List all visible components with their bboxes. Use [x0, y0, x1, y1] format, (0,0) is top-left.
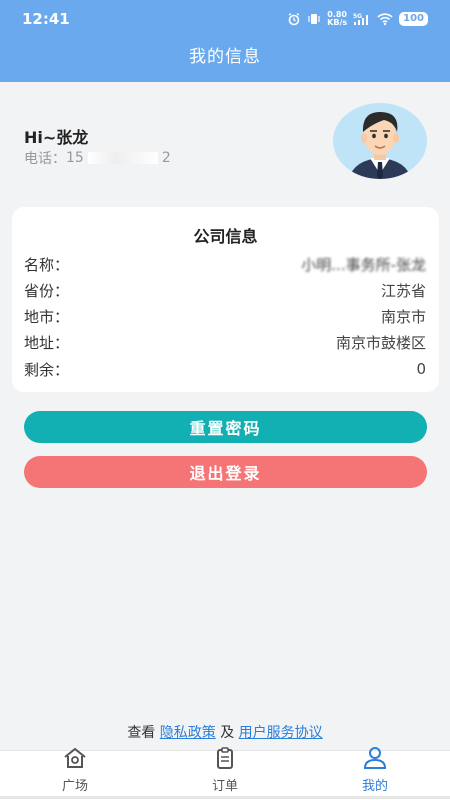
- info-row-name: 名称： 小明...事务所-张龙: [24, 251, 426, 277]
- battery-indicator: 100: [399, 12, 428, 26]
- app-header: 12:41 0.80 KB/s 5G 100 我的信息: [0, 0, 450, 82]
- tab-label: 我的: [361, 779, 388, 794]
- phone-prefix: 15: [66, 150, 84, 166]
- row-value: 江苏省: [380, 281, 426, 300]
- avatar[interactable]: [332, 102, 428, 180]
- phone-label: 电话：: [24, 151, 66, 167]
- home-icon: [62, 746, 88, 775]
- info-row-province: 省份： 江苏省: [24, 277, 426, 303]
- company-info-card: 公司信息 名称： 小明...事务所-张龙 省份： 江苏省 地市： 南京市 地址：…: [12, 207, 439, 392]
- user-greeting: Hi~张龙: [24, 128, 89, 147]
- wifi-icon: [377, 12, 393, 26]
- legal-and: 及: [220, 725, 235, 741]
- vibrate-icon: [307, 12, 321, 26]
- row-value: 南京市鼓楼区: [335, 333, 426, 352]
- logout-button[interactable]: 退出登录: [24, 456, 427, 488]
- alarm-icon: [287, 12, 301, 26]
- profile-section: Hi~张龙 电话： 15 2: [0, 82, 450, 197]
- card-title: 公司信息: [193, 227, 258, 246]
- row-label: 名称：: [24, 255, 70, 274]
- clipboard-icon: [212, 746, 238, 775]
- row-value: 小明...事务所-张龙: [301, 255, 426, 274]
- row-label: 地址：: [24, 333, 70, 352]
- legal-links: 查看 隐私政策 及 用户服务协议: [0, 722, 450, 742]
- svg-text:5G: 5G: [353, 13, 362, 20]
- status-time: 12:41: [22, 10, 70, 28]
- page-title: 我的信息: [189, 47, 261, 67]
- row-value: 0: [416, 360, 426, 378]
- privacy-policy-link[interactable]: 隐私政策: [160, 725, 216, 741]
- row-label: 剩余：: [24, 360, 70, 379]
- legal-prefix: 查看: [127, 725, 156, 741]
- tab-label: 广场: [61, 779, 88, 794]
- user-agreement-link[interactable]: 用户服务协议: [239, 725, 323, 741]
- reset-password-button[interactable]: 重置密码: [24, 411, 427, 443]
- status-bar: 12:41 0.80 KB/s 5G 100: [0, 0, 450, 38]
- phone-suffix: 2: [161, 150, 171, 166]
- tab-underline: [150, 796, 300, 799]
- tab-underline: [0, 796, 150, 799]
- phone-row: 电话： 15 2: [24, 148, 171, 168]
- bottom-tab-bar: 广场 订单 我的: [0, 747, 450, 800]
- tab-label: 订单: [211, 779, 238, 794]
- tab-square[interactable]: 广场: [0, 747, 150, 800]
- tab-mine[interactable]: 我的: [300, 747, 450, 800]
- info-row-city: 地市： 南京市: [24, 303, 426, 329]
- status-icons: 0.80 KB/s 5G 100: [287, 11, 428, 27]
- tab-underline: [300, 796, 450, 799]
- row-value: 南京市: [380, 307, 426, 326]
- info-row-remaining: 剩余： 0: [24, 356, 426, 382]
- phone-mask: [87, 152, 158, 164]
- speed-unit: KB/s: [327, 18, 348, 27]
- info-row-address: 地址： 南京市鼓楼区: [24, 329, 426, 355]
- user-icon: [362, 746, 388, 775]
- tab-orders[interactable]: 订单: [150, 747, 300, 800]
- network-speed: 0.80 KB/s: [327, 11, 347, 27]
- row-label: 省份：: [24, 281, 70, 300]
- row-label: 地市：: [24, 307, 70, 326]
- signal-icon: 5G: [353, 12, 371, 26]
